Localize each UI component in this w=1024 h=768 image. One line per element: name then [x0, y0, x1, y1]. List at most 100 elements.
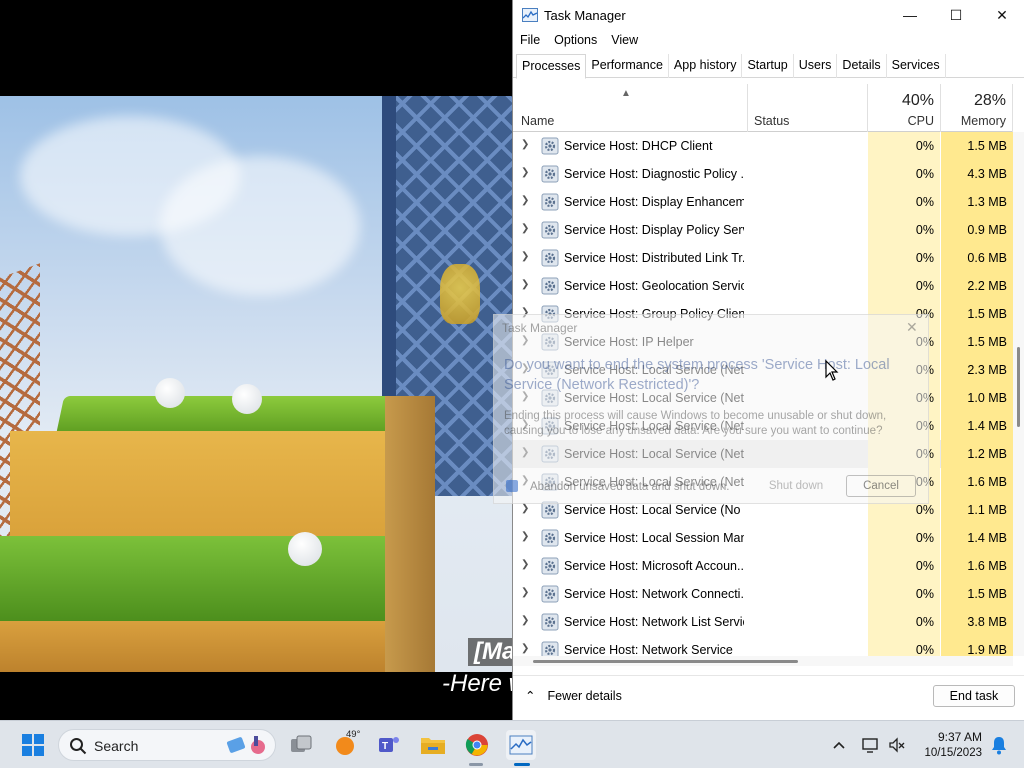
menu-file[interactable]: File [513, 30, 547, 52]
fewer-details-button[interactable]: ⌃ Fewer details [525, 688, 622, 704]
process-row[interactable]: ❯ Service Host: DHCP Client 0% 1.5 MB [513, 132, 1013, 160]
expand-chevron-icon[interactable]: ❯ [521, 587, 529, 598]
process-row[interactable]: ❯ Service Host: Network List Service 0% 3.8… [513, 608, 1013, 636]
task-manager-active-indicator [514, 763, 530, 766]
task-manager-taskbar-icon[interactable] [506, 730, 536, 760]
process-memory: 1.5 MB [941, 300, 1013, 328]
video-player[interactable] [0, 96, 512, 672]
tab-performance[interactable]: Performance [586, 54, 669, 78]
expand-chevron-icon[interactable]: ❯ [521, 139, 529, 150]
expand-chevron-icon[interactable]: ❯ [521, 223, 529, 234]
process-row[interactable]: ❯ Service Host: Display Policy Serv... 0% 0… [513, 216, 1013, 244]
ball [232, 384, 262, 414]
clock[interactable]: 9:37 AM 10/15/2023 [912, 729, 982, 761]
search-box[interactable]: Search [58, 729, 276, 761]
process-memory: 0.9 MB [941, 216, 1013, 244]
gear-icon [541, 249, 559, 267]
process-memory: 3.8 MB [941, 608, 1013, 636]
maximize-button[interactable]: ☐ [933, 0, 979, 30]
process-memory: 2.2 MB [941, 272, 1013, 300]
footer: ⌃ Fewer details End task [513, 675, 1024, 715]
abandon-data-checkbox[interactable] [506, 480, 518, 492]
process-name: Service Host: DHCP Client [564, 139, 713, 153]
process-name: Service Host: Local Service (No ... [564, 503, 744, 517]
column-memory[interactable]: 28% Memory [941, 84, 1013, 132]
expand-chevron-icon[interactable]: ❯ [521, 251, 529, 262]
process-cpu: 0% [868, 524, 940, 552]
process-memory: 1.6 MB [941, 468, 1013, 496]
teams-icon[interactable]: T [374, 730, 404, 760]
expand-chevron-icon[interactable]: ❯ [521, 615, 529, 626]
column-name[interactable]: Name [513, 84, 748, 132]
minimize-button[interactable]: — [887, 0, 933, 30]
expand-chevron-icon[interactable]: ❯ [521, 503, 529, 514]
chevron-up-icon[interactable] [824, 730, 854, 760]
taskbar: Search 49° T 9:37 AM 10/15/2023 [0, 720, 1024, 768]
end-task-button[interactable]: End task [933, 685, 1015, 707]
process-row[interactable]: ❯ Service Host: Local Session Man... 0% 1.4… [513, 524, 1013, 552]
process-memory: 0.6 MB [941, 244, 1013, 272]
horizontal-scroll-thumb[interactable] [533, 660, 798, 663]
process-row[interactable]: ❯ Service Host: Distributed Link Tr... 0% 0… [513, 244, 1013, 272]
process-row[interactable]: ❯ Service Host: Network Service 0% 1.9 MB [513, 636, 1013, 656]
video-letterbox [0, 672, 512, 722]
process-name: Service Host: Local Session Man... [564, 531, 744, 545]
menu-view[interactable]: View [604, 30, 645, 52]
gear-icon [541, 585, 559, 603]
dialog-close-icon[interactable]: ✕ [906, 319, 918, 336]
vertical-scroll-thumb[interactable] [1017, 347, 1020, 427]
tab-processes[interactable]: Processes [516, 54, 587, 79]
expand-chevron-icon[interactable]: ❯ [521, 167, 529, 178]
shut-down-button[interactable]: Shut down [756, 475, 836, 497]
tab-details[interactable]: Details [837, 54, 887, 78]
process-memory: 4.3 MB [941, 160, 1013, 188]
process-row[interactable]: ❯ Service Host: Network Connecti... 0% 1.5 … [513, 580, 1013, 608]
process-row[interactable]: ❯ Service Host: Geolocation Service 0% 2.2 … [513, 272, 1013, 300]
clock-time: 9:37 AM [937, 730, 982, 744]
menu-options[interactable]: Options [547, 30, 604, 52]
process-cpu: 0% [868, 160, 940, 188]
process-cpu: 0% [868, 132, 940, 160]
tab-users[interactable]: Users [794, 54, 838, 78]
close-button[interactable]: ✕ [979, 0, 1024, 30]
start-icon[interactable] [18, 730, 48, 760]
weather-temperature: 49° [346, 729, 361, 740]
volume-muted-icon[interactable] [882, 730, 912, 760]
expand-chevron-icon[interactable]: ❯ [521, 531, 529, 542]
process-row[interactable]: ❯ Service Host: Diagnostic Policy ... 0% 4.… [513, 160, 1013, 188]
task-view-icon[interactable] [286, 730, 316, 760]
tab-services[interactable]: Services [887, 54, 946, 78]
column-cpu[interactable]: 40% CPU [868, 84, 941, 132]
process-row[interactable]: ❯ Service Host: Display Enhancem... 0% 1.3 … [513, 188, 1013, 216]
cancel-button[interactable]: Cancel [846, 475, 916, 497]
dialog-heading: Do you want to end the system process 'S… [504, 357, 890, 393]
vertical-scrollbar[interactable] [1013, 132, 1024, 656]
process-name: Service Host: Microsoft Accoun... [564, 559, 744, 573]
expand-chevron-icon[interactable]: ❯ [521, 195, 529, 206]
cpu-total: 40% [901, 92, 934, 109]
title-bar[interactable]: Task Manager — ☐ ✕ [513, 0, 1024, 30]
expand-chevron-icon[interactable]: ❯ [521, 559, 529, 570]
process-cpu: 0% [868, 188, 940, 216]
expand-chevron-icon[interactable]: ❯ [521, 279, 529, 290]
ball [288, 532, 322, 566]
process-memory: 1.5 MB [941, 328, 1013, 356]
gear-icon [541, 165, 559, 183]
file-explorer-icon[interactable] [418, 730, 448, 760]
process-memory: 1.9 MB [941, 636, 1013, 656]
clock-date: 10/15/2023 [924, 747, 982, 759]
platform-sand [10, 431, 420, 541]
expand-chevron-icon[interactable]: ❯ [521, 643, 529, 654]
tab-strip: Processes Performance App history Startu… [513, 54, 1024, 79]
tab-startup[interactable]: Startup [742, 54, 794, 78]
desktop: [Ma -Here w Task Manager — ☐ ✕ File Opti… [0, 0, 1024, 768]
process-row[interactable]: ❯ Service Host: Microsoft Accoun... 0% 1.6 … [513, 552, 1013, 580]
process-name: Service Host: Geolocation Service [564, 279, 744, 293]
column-status[interactable]: Status [748, 84, 868, 132]
chrome-icon[interactable] [462, 730, 492, 760]
tab-app-history[interactable]: App history [669, 54, 743, 78]
end-process-dialog[interactable]: Task Manager ✕ Do you want to end the sy… [493, 314, 929, 504]
horizontal-scrollbar[interactable] [513, 656, 1013, 666]
process-cpu: 0% [868, 272, 940, 300]
notification-bell-icon[interactable] [984, 730, 1014, 760]
